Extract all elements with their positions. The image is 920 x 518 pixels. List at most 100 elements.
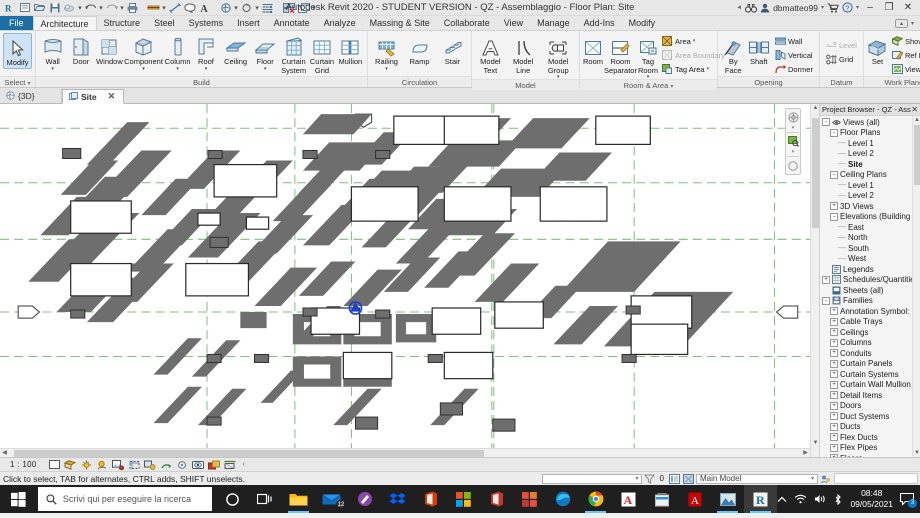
browser-tree-item[interactable]: + Curtain Panels: [820, 359, 920, 370]
ribbon-minimize-dropdown-dot[interactable]: ▾: [911, 20, 914, 27]
minimize-button[interactable]: –: [862, 1, 878, 15]
browser-tree-item[interactable]: — West: [820, 254, 920, 265]
browser-tree-item[interactable]: — Site: [820, 159, 920, 170]
taskbar-search-box[interactable]: Scrivi qui per eseguire la ricerca: [37, 487, 213, 511]
user-name-label[interactable]: dbmatteo99: [773, 3, 818, 13]
ribbon-tab-add-ins[interactable]: Add-Ins: [577, 16, 622, 30]
default-3d-view-icon[interactable]: [218, 1, 233, 15]
area-dropdown-icon[interactable]: ▾: [693, 38, 696, 44]
tree-expander-icon[interactable]: +: [830, 349, 838, 358]
worksharing-display-icon[interactable]: [820, 473, 832, 484]
tree-expander-icon[interactable]: +: [830, 202, 838, 211]
browser-tree-item[interactable]: — North: [820, 233, 920, 244]
browser-tree-item[interactable]: — Level 2: [820, 191, 920, 202]
edge-icon[interactable]: [546, 485, 579, 513]
editable-only-selector[interactable]: ▾: [541, 473, 642, 484]
close-hidden-windows-icon[interactable]: [281, 1, 296, 15]
ribbon-tab-systems[interactable]: Systems: [182, 16, 231, 30]
dormer-opening-button[interactable]: Dormer: [772, 62, 816, 76]
browser-tree-item[interactable]: + Ceilings: [820, 327, 920, 338]
constraints-icon[interactable]: [224, 459, 237, 471]
ceiling-button[interactable]: Ceiling: [221, 33, 251, 67]
navigation-bar[interactable]: ▾ ▾: [785, 108, 801, 175]
browser-tree-item[interactable]: - Elevations (Building: [820, 212, 920, 223]
ribbon-tab-analyze[interactable]: Analyze: [317, 16, 363, 30]
browser-tree-item[interactable]: + Cable Trays: [820, 317, 920, 328]
ribbon-tab-file[interactable]: File: [0, 16, 33, 30]
drawing-canvas[interactable]: ▾ ▾ ▲ ▼ ◀ ▶: [0, 104, 820, 457]
status-input-box[interactable]: [834, 473, 918, 484]
browser-tree-item[interactable]: + Flex Ducts: [820, 432, 920, 443]
browser-tree-item[interactable]: + Detail Items: [820, 390, 920, 401]
wifi-icon[interactable]: [794, 494, 807, 504]
tree-expander-icon[interactable]: +: [830, 422, 838, 431]
scroll-left-arrow[interactable]: ◀: [0, 449, 9, 457]
render-dialog-icon[interactable]: [112, 459, 125, 471]
scroll-up-arrow[interactable]: ▲: [811, 104, 819, 113]
microsoft-store-icon[interactable]: [645, 485, 678, 513]
browser-scrollbar[interactable]: ▲ ▼: [912, 116, 920, 457]
revit-logo-icon[interactable]: R: [2, 1, 17, 15]
dropbox-icon[interactable]: [381, 485, 414, 513]
ribbon-tab-manage[interactable]: Manage: [530, 16, 577, 30]
curtain-system-button[interactable]: Curtain System: [280, 33, 307, 75]
ribbon-tab-view[interactable]: View: [497, 16, 530, 30]
tree-expander-icon[interactable]: +: [830, 317, 838, 326]
tag-room-button[interactable]: Tag Room ▾: [638, 33, 658, 80]
browser-tree-item[interactable]: - Families: [820, 296, 920, 307]
column-dropdown-icon[interactable]: ▾: [176, 66, 179, 71]
design-options-caret-icon[interactable]: ▾: [811, 475, 814, 482]
grid-button[interactable]: Grid: [823, 52, 860, 66]
view-tab-site[interactable]: Site ✕: [62, 89, 124, 104]
tree-expander-icon[interactable]: +: [830, 338, 838, 347]
model-text-button[interactable]: Model Text: [475, 33, 506, 75]
panel-room-area-caret-icon[interactable]: ▾: [670, 84, 673, 90]
browser-tree-item[interactable]: +3D Views: [820, 201, 920, 212]
ref-plane-button[interactable]: Ref Plane: [889, 48, 920, 62]
browser-tree-item[interactable]: — Level 1: [820, 180, 920, 191]
aligned-dimension-icon[interactable]: [167, 1, 182, 15]
taskbar-clock[interactable]: 08:48 09/05/2021: [850, 488, 893, 510]
tree-expander-icon[interactable]: +: [830, 307, 838, 316]
browser-tree-item[interactable]: + Conduits: [820, 348, 920, 359]
tree-expander-icon[interactable]: +: [830, 391, 838, 400]
component-dropdown-icon[interactable]: ▾: [142, 66, 145, 71]
browser-tree-item[interactable]: + Schedules/Quantities: [820, 275, 920, 286]
column-button[interactable]: Column ▾: [164, 33, 191, 71]
paint-3d-icon[interactable]: [348, 485, 381, 513]
visual-style-icon[interactable]: [64, 459, 77, 471]
tree-expander-icon[interactable]: +: [830, 454, 838, 457]
floor-dropdown-icon[interactable]: ▾: [264, 66, 267, 71]
ribbon-tab-structure[interactable]: Structure: [97, 16, 148, 30]
more-chevron-icon[interactable]: ‹: [243, 461, 245, 468]
lock-3d-view-icon[interactable]: [160, 459, 173, 471]
tree-expander-icon[interactable]: +: [822, 275, 830, 284]
tree-expander-icon[interactable]: -: [830, 128, 838, 137]
tree-expander-icon[interactable]: -: [822, 118, 830, 127]
view-tab-site-close-icon[interactable]: ✕: [108, 91, 116, 102]
tree-expander-icon[interactable]: +: [830, 401, 838, 410]
office-word-icon[interactable]: [480, 485, 513, 513]
switch-windows-icon[interactable]: [296, 1, 311, 15]
browser-tree-item[interactable]: - Views (all): [820, 117, 920, 128]
railing-dropdown-icon[interactable]: ▾: [385, 66, 388, 71]
project-browser-close-icon[interactable]: ✕: [911, 105, 918, 114]
tree-expander-icon[interactable]: +: [830, 380, 838, 389]
browser-tree-item[interactable]: + Ducts: [820, 422, 920, 433]
model-group-button[interactable]: Model Group ▾: [541, 33, 576, 80]
browser-tree-item[interactable]: + Flex Pipes: [820, 443, 920, 454]
microsoft-store-tiles-icon[interactable]: [447, 485, 480, 513]
photos-icon[interactable]: [711, 485, 744, 513]
open-icon[interactable]: [32, 1, 47, 15]
scroll-right-arrow[interactable]: ▶: [801, 449, 810, 457]
steering-wheel-dropdown-icon[interactable]: ▾: [792, 126, 795, 131]
ramp-button[interactable]: Ramp: [404, 33, 435, 67]
filter-icon[interactable]: [644, 473, 656, 484]
ribbon-tab-architecture[interactable]: Architecture: [32, 16, 97, 30]
redo-icon[interactable]: [104, 1, 119, 15]
design-options-selector[interactable]: Main Model ▾: [696, 473, 818, 484]
browser-scroll-down-arrow[interactable]: ▼: [913, 449, 920, 457]
set-work-plane-button[interactable]: Set: [867, 33, 888, 67]
worksets-icon[interactable]: [682, 473, 694, 484]
pan-icon[interactable]: [787, 159, 800, 172]
